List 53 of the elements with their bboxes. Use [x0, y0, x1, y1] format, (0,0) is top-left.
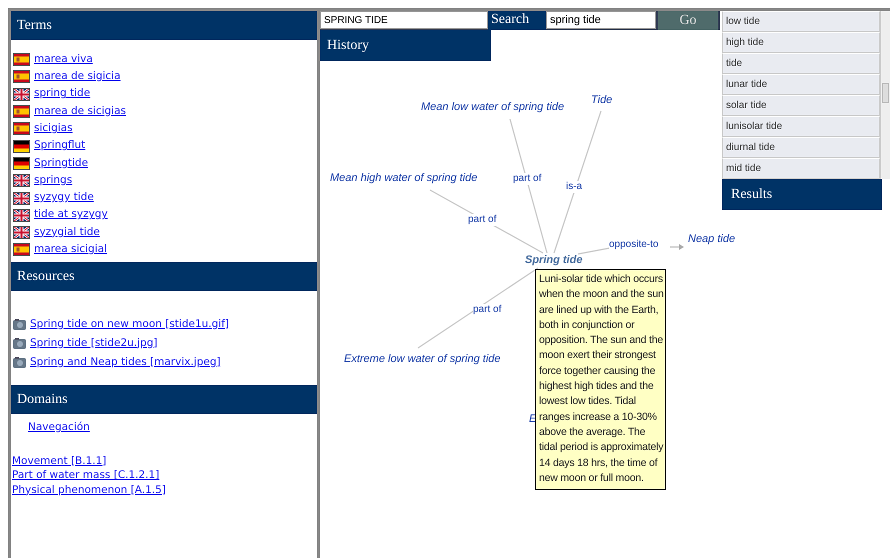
history-tab[interactable]: History	[320, 30, 491, 61]
result-item[interactable]: lunar tide	[722, 74, 880, 95]
current-term-field[interactable]: SPRING TIDE	[320, 11, 488, 29]
image-icon	[13, 319, 26, 330]
scrollbar[interactable]	[880, 11, 890, 179]
term-link[interactable]: springs	[34, 172, 72, 189]
concept-node[interactable]: Extreme low water of spring tide	[344, 353, 501, 366]
term-link[interactable]: marea de sigicia	[34, 69, 121, 85]
image-icon	[13, 338, 26, 349]
terms-header: Terms	[11, 11, 317, 40]
relation-label: opposite-to	[609, 239, 658, 251]
resource-link[interactable]: Spring tide [stide2u.jpg]	[30, 336, 158, 352]
search-field[interactable]: spring tide	[546, 11, 656, 29]
result-item[interactable]: lunisolar tide	[722, 116, 880, 137]
concept-node[interactable]: Mean high water of spring tide	[330, 172, 478, 185]
go-button[interactable]: Go	[658, 11, 718, 30]
arrow-icon	[670, 244, 684, 250]
result-item[interactable]: diurnal tide	[722, 137, 880, 158]
domain-link[interactable]: Movement [B.1.1]	[12, 454, 106, 468]
resource-link[interactable]: Spring and Neap tides [marvix.jpeg]	[30, 354, 221, 370]
term-link[interactable]: syzygy tide	[34, 190, 94, 206]
concept-node[interactable]: Tide	[591, 94, 612, 107]
term-link[interactable]: marea sicigial	[34, 242, 107, 258]
result-item[interactable]: solar tide	[722, 95, 880, 116]
concept-node[interactable]: Neap tide	[688, 233, 736, 246]
result-item[interactable]: mid tide	[722, 158, 880, 179]
term-link[interactable]: marea de sicigias	[34, 104, 126, 120]
domain-link[interactable]: Physical phenomenon [A.1.5]	[12, 482, 166, 498]
focus-node[interactable]: Spring tide	[525, 254, 582, 267]
domains-header: Domains	[11, 385, 317, 414]
term-link[interactable]: syzygial tide	[34, 224, 100, 240]
result-item[interactable]: low tide	[722, 11, 880, 32]
relation-label: part of	[473, 304, 502, 316]
concept-node[interactable]: Mean low water of spring tide	[421, 101, 564, 114]
term-link[interactable]: spring tide	[34, 86, 90, 102]
search-label: Search	[488, 11, 546, 30]
results-header: Results	[722, 179, 882, 210]
relation-label: part of	[513, 173, 542, 185]
definition-tooltip: Luni-solar tide which occurs when the moon and the sun are lined up with the Earth, both in conjunction or opposition. The sun and the moon exert their strongest force together causing the highest high tides and the lowest low tides. Tidal ranges increase a 10-30% above the average. The tidal period is approximately 14 days 18 hrs, the time of new moon or full moon.	[535, 269, 666, 490]
resources-header: Resources	[11, 262, 317, 291]
term-link[interactable]: Springflut	[34, 138, 86, 154]
result-item[interactable]: tide	[722, 53, 880, 74]
resource-link[interactable]: Spring tide on new moon [stide1u.gif]	[30, 316, 230, 332]
term-link[interactable]: Springtide	[34, 156, 88, 172]
navigation-link[interactable]: Navegación	[28, 421, 90, 433]
term-link[interactable]: tide at syzygy	[34, 207, 108, 224]
relation-label: is-a	[566, 181, 582, 193]
result-item[interactable]: high tide	[722, 32, 880, 53]
term-link[interactable]: marea viva	[34, 52, 93, 68]
domain-link[interactable]: Part of water mass [C.1.2.1]	[12, 468, 160, 483]
term-link[interactable]: sicigias	[34, 120, 73, 137]
image-icon	[13, 357, 26, 368]
relation-label: part of	[468, 214, 496, 226]
